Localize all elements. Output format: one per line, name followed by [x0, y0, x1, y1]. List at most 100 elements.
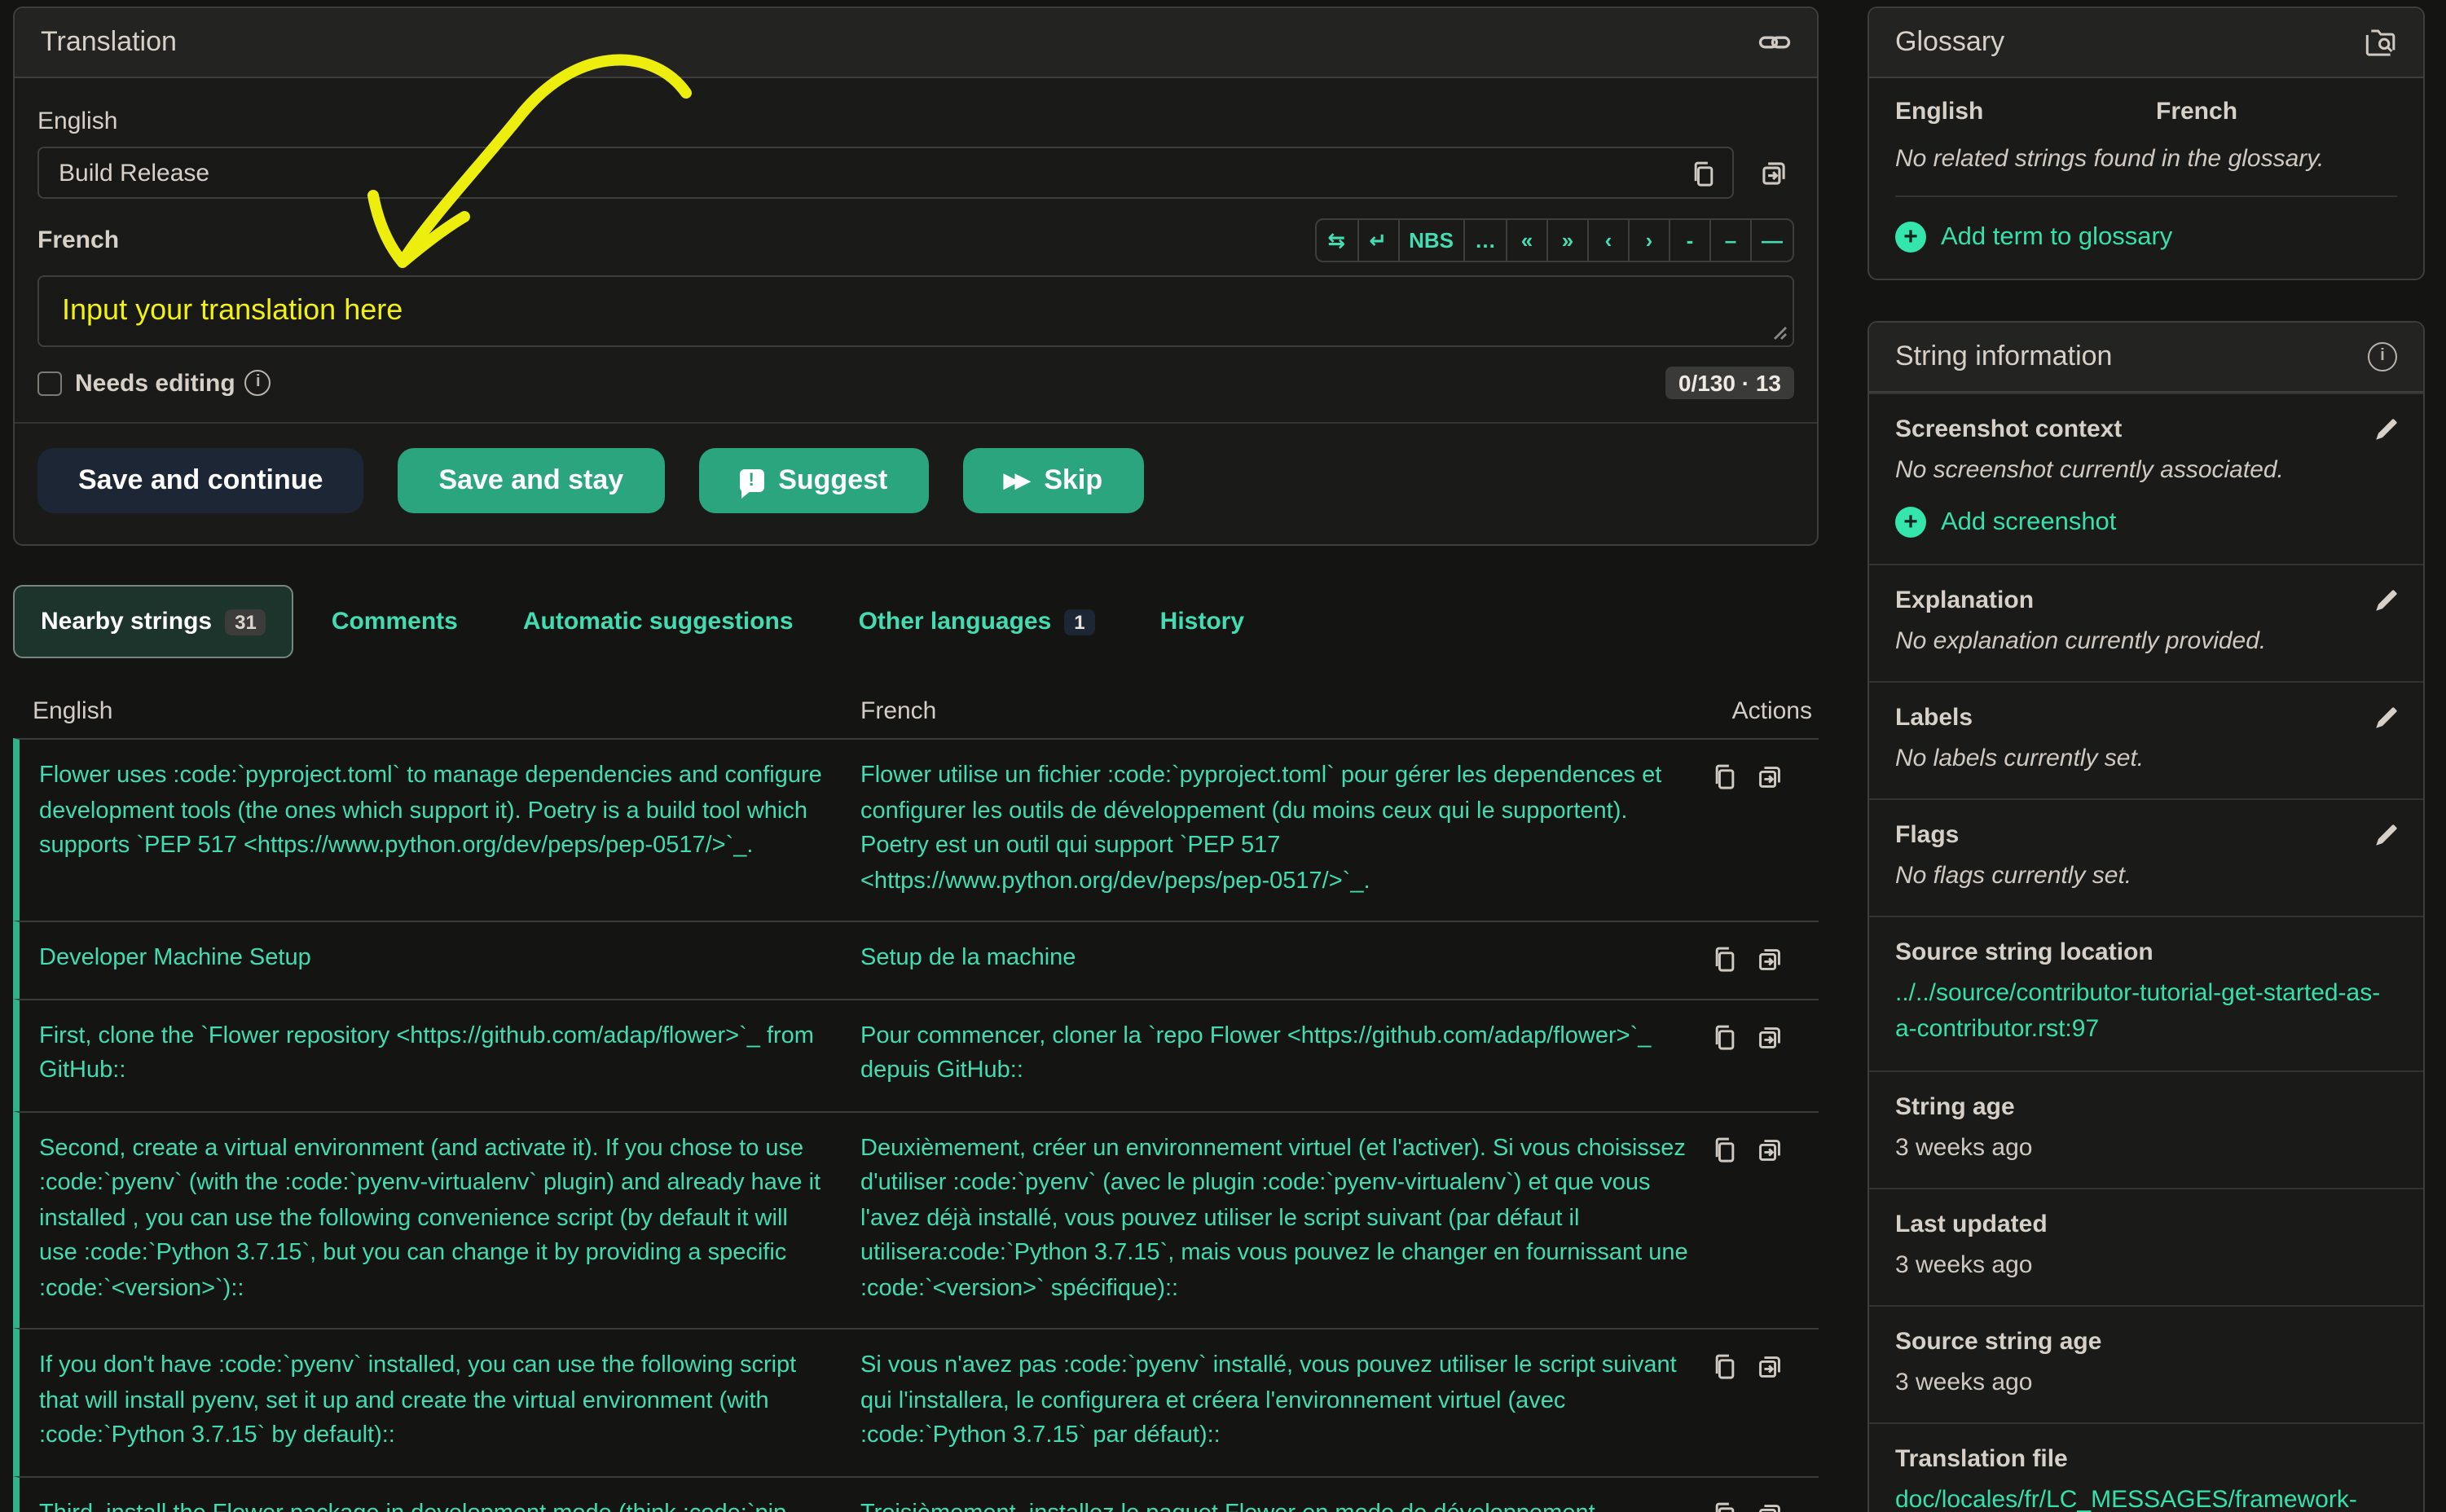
laquo-char-button[interactable]: « [1506, 220, 1546, 261]
translation-panel-header: Translation [15, 8, 1817, 78]
glossary-header: Glossary [1869, 8, 2423, 78]
weblate-translate-page: Translation English Build Release [0, 0, 2446, 1512]
row-french-text[interactable]: Setup de la machine [860, 942, 1711, 977]
edit-pencil-icon[interactable] [2373, 587, 2400, 614]
copy-icon[interactable] [1711, 945, 1739, 974]
ellipsis-char-button[interactable]: … [1463, 220, 1506, 261]
emdash-char-button[interactable]: — [1750, 220, 1793, 261]
browse-glossary-icon[interactable] [2365, 27, 2397, 58]
section-heading: Last updated [1895, 1211, 2397, 1238]
copy-icon[interactable] [1711, 1352, 1739, 1382]
row-english-text[interactable]: Flower uses :code:`pyproject.toml` to ma… [20, 759, 860, 899]
section-last-updated: Last updated 3 weeks ago [1869, 1188, 2423, 1305]
hyphen-char-button[interactable]: - [1669, 220, 1709, 261]
translation-textarea[interactable]: Input your translation here [37, 275, 1794, 347]
row-english-text[interactable]: Developer Machine Setup [20, 942, 860, 977]
string-info-icon[interactable]: i [2368, 342, 2397, 371]
copy-icon[interactable] [1711, 1500, 1739, 1512]
rsaquo-char-button[interactable]: › [1628, 220, 1669, 261]
copy-icon[interactable] [1711, 1022, 1739, 1052]
tab-nearby-strings[interactable]: Nearby strings 31 [13, 585, 294, 658]
edit-pencil-icon[interactable] [2373, 415, 2400, 443]
row-english-text[interactable]: First, clone the `Flower repository <htt… [20, 1019, 860, 1089]
copy-and-save-icon[interactable] [1755, 1135, 1784, 1164]
resize-handle[interactable] [1773, 326, 1788, 341]
section-body: No flags currently set. [1895, 859, 2397, 893]
string-information-title: String information [1895, 341, 2112, 373]
copy-icon[interactable] [1711, 763, 1739, 792]
table-header-french: French [860, 697, 1695, 725]
section-string-age: String age 3 weeks ago [1869, 1070, 2423, 1188]
section-body: 3 weeks ago [1895, 1365, 2397, 1400]
tab-other-languages-label: Other languages [859, 608, 1052, 635]
save-and-stay-button[interactable]: Save and stay [398, 448, 664, 513]
tab-comments[interactable]: Comments [304, 585, 486, 658]
add-term-label: Add term to glossary [1941, 222, 2172, 252]
edit-pencil-icon[interactable] [2373, 821, 2400, 849]
tab-char-button[interactable]: ⇆ [1316, 220, 1357, 261]
row-french-text[interactable]: Flower utilise un fichier :code:`pyproje… [860, 759, 1711, 899]
raquo-char-button[interactable]: » [1546, 220, 1587, 261]
section-heading: String age [1895, 1093, 2397, 1121]
add-term-row[interactable]: + Add term to glossary [1895, 197, 2397, 279]
copy-and-save-icon[interactable] [1755, 1022, 1784, 1052]
copy-icon[interactable] [1711, 1135, 1739, 1164]
table-header-actions: Actions [1695, 697, 1819, 725]
string-information-panel: String information i Screenshot context … [1867, 321, 2425, 1512]
source-location-link[interactable]: ../../source/contributor-tutorial-get-st… [1895, 976, 2397, 1048]
section-heading: Source string location [1895, 938, 2397, 966]
lsaquo-char-button[interactable]: ‹ [1587, 220, 1628, 261]
section-heading: Explanation [1895, 587, 2397, 614]
needs-editing-checkbox[interactable] [37, 371, 62, 395]
edit-pencil-icon[interactable] [2373, 704, 2400, 732]
other-languages-count-badge: 1 [1064, 609, 1094, 635]
row-english-text[interactable]: Third, install the Flower package in dev… [20, 1497, 860, 1512]
copy-and-save-icon[interactable] [1755, 763, 1784, 792]
row-actions [1711, 1132, 1819, 1307]
permalink-icon[interactable] [1758, 26, 1791, 59]
save-and-continue-button[interactable]: Save and continue [37, 448, 363, 513]
add-screenshot-label: Add screenshot [1941, 508, 2116, 537]
translation-file-link[interactable]: doc/locales/fr/LC_MESSAGES/framework-doc… [1895, 1486, 2357, 1512]
glossary-col-french: French [2156, 98, 2237, 125]
row-french-text[interactable]: Deuxièmement, créer un environnement vir… [860, 1132, 1711, 1307]
needs-editing-info-icon[interactable]: i [245, 370, 271, 396]
section-body: No labels currently set. [1895, 741, 2397, 776]
copy-and-save-icon[interactable] [1755, 1500, 1784, 1512]
skip-button[interactable]: ▶▶ Skip [962, 448, 1143, 513]
row-french-text[interactable]: Pour commencer, cloner la `repo Flower <… [860, 1019, 1711, 1089]
copy-and-save-icon[interactable] [1755, 945, 1784, 974]
newline-char-button[interactable]: ↵ [1357, 220, 1397, 261]
row-english-text[interactable]: Second, create a virtual environment (an… [20, 1132, 860, 1307]
endash-char-button[interactable]: – [1709, 220, 1750, 261]
needs-editing-row: Needs editing i 0/130 · 13 [37, 367, 1794, 399]
section-translation-file: Translation file doc/locales/fr/LC_MESSA… [1869, 1422, 2423, 1512]
string-information-header: String information i [1869, 323, 2423, 393]
row-french-text[interactable]: Troisièmement, installez le paquet Flowe… [860, 1497, 1711, 1512]
copy-source-icon[interactable] [1690, 160, 1718, 189]
row-french-text[interactable]: Si vous n'avez pas :code:`pyenv` install… [860, 1349, 1711, 1454]
suggest-button[interactable]: ! Suggest [698, 448, 928, 513]
main-column: Translation English Build Release [13, 7, 1819, 1512]
add-screenshot-row[interactable]: + Add screenshot [1895, 487, 2397, 541]
tab-other-languages[interactable]: Other languages 1 [831, 585, 1123, 658]
suggest-button-label: Suggest [778, 464, 887, 497]
nearby-strings-count-badge: 31 [225, 609, 266, 635]
table-row: Third, install the Flower package in dev… [13, 1475, 1819, 1512]
char-counter-badge: 0/130 · 13 [1665, 367, 1794, 399]
section-heading: Translation file [1895, 1445, 2397, 1473]
translation-panel: Translation English Build Release [13, 7, 1819, 546]
section-body: 3 weeks ago [1895, 1248, 2397, 1282]
copy-and-save-icon[interactable] [1755, 1352, 1784, 1382]
skip-button-label: Skip [1044, 464, 1102, 497]
section-screenshot-context: Screenshot context No screenshot current… [1869, 393, 2423, 564]
tab-automatic-suggestions[interactable]: Automatic suggestions [495, 585, 821, 658]
target-language-label: French [37, 226, 119, 254]
row-actions [1711, 1497, 1819, 1512]
copy-to-translation-icon[interactable] [1752, 157, 1794, 188]
row-english-text[interactable]: If you don't have :code:`pyenv` installe… [20, 1349, 860, 1454]
section-body: No screenshot currently associated. [1895, 453, 2397, 487]
nbsp-char-button[interactable]: NBS [1397, 220, 1463, 261]
tab-history[interactable]: History [1133, 585, 1272, 658]
row-actions [1711, 759, 1819, 899]
